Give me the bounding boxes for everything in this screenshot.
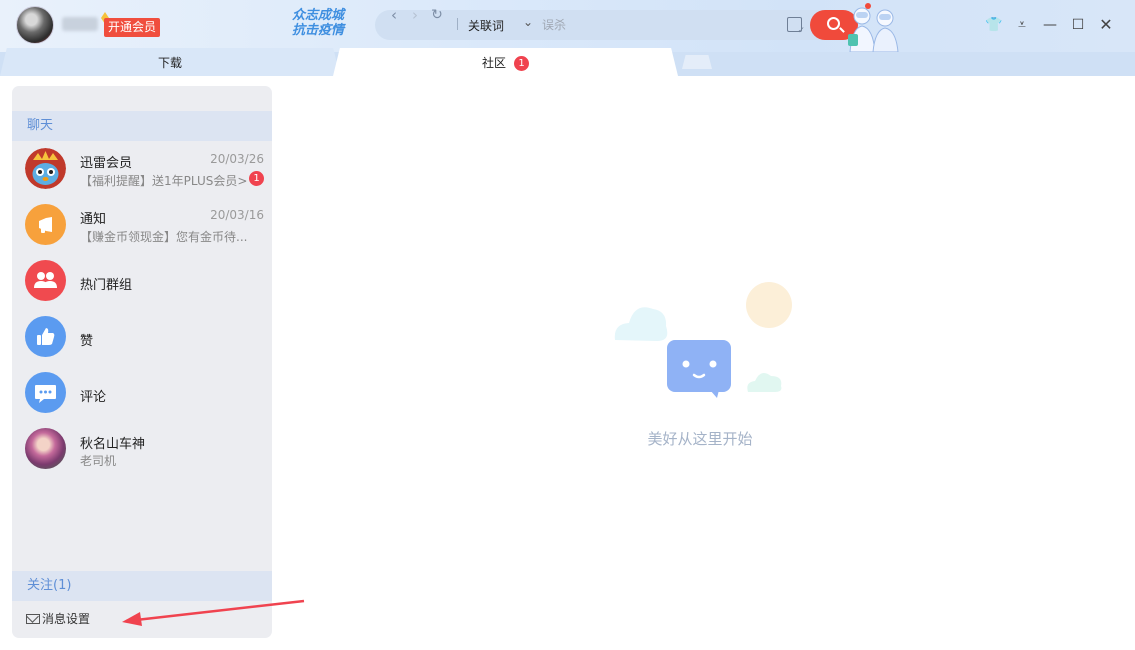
skin-icon[interactable]: 👕 bbox=[985, 16, 1003, 34]
list-item[interactable]: 评论 bbox=[12, 365, 272, 421]
menu-icon[interactable]: ⩡ bbox=[1013, 16, 1031, 34]
mail-settings-icon bbox=[26, 614, 40, 624]
likes-avatar bbox=[25, 316, 66, 357]
tab-community-badge: 1 bbox=[514, 56, 529, 71]
chat-name: 迅雷会员 bbox=[80, 152, 132, 171]
empty-state-illustration bbox=[605, 278, 805, 403]
follow-section-header[interactable]: 关注(1) bbox=[12, 571, 272, 601]
slogan-line2: 抗击疫情 bbox=[292, 23, 344, 38]
list-item[interactable]: 热门群组 bbox=[12, 253, 272, 309]
message-settings-label: 消息设置 bbox=[42, 612, 90, 626]
chat-preview: 老司机 bbox=[80, 452, 252, 469]
new-tab-button[interactable] bbox=[682, 55, 712, 69]
tab-community[interactable]: 社区 1 bbox=[333, 48, 678, 76]
minimize-icon[interactable]: — bbox=[1041, 16, 1059, 34]
medical-staff-illustration bbox=[840, 2, 910, 52]
tab-download[interactable]: 下载 bbox=[0, 48, 340, 76]
empty-state-text: 美好从这里开始 bbox=[620, 428, 780, 449]
chat-date: 20/03/26 bbox=[210, 152, 264, 166]
title-bar: 开通会员 众志成城 抗击疫情 ‹ › ↻ 关联词 ⌄ 👕 ⩡ — ☐ ✕ bbox=[0, 0, 1135, 52]
chat-name: 赞 bbox=[80, 330, 93, 349]
slogan-line1: 众志成城 bbox=[292, 8, 344, 23]
close-icon[interactable]: ✕ bbox=[1097, 16, 1115, 34]
chevron-down-icon[interactable]: ⌄ bbox=[523, 14, 535, 30]
chat-name: 秋名山车神 bbox=[80, 433, 145, 452]
list-item[interactable]: 赞 bbox=[12, 309, 272, 365]
hot-groups-avatar bbox=[25, 260, 66, 301]
group-icon bbox=[25, 260, 66, 301]
chat-name: 通知 bbox=[80, 208, 106, 227]
message-settings-button[interactable]: 消息设置 bbox=[26, 610, 90, 627]
slogan: 众志成城 抗击疫情 bbox=[292, 8, 344, 38]
tab-download-label: 下载 bbox=[158, 56, 182, 70]
annotation-arrow bbox=[118, 598, 308, 628]
list-item[interactable]: 迅雷会员 20/03/26 【福利提醒】送1年PLUS会员> 1 bbox=[12, 141, 272, 197]
maximize-icon[interactable]: ☐ bbox=[1069, 16, 1087, 34]
comment-icon bbox=[25, 372, 66, 413]
unread-badge: 1 bbox=[249, 171, 264, 186]
notice-avatar bbox=[25, 204, 66, 245]
username-blurred[interactable] bbox=[62, 17, 98, 31]
forward-icon[interactable]: › bbox=[407, 6, 423, 24]
thumbs-up-icon bbox=[25, 316, 66, 357]
open-vip-button[interactable]: 开通会员 bbox=[104, 18, 160, 37]
thunder-vip-avatar bbox=[25, 148, 66, 189]
chat-preview: 【赚金币领现金】您有金币待... bbox=[80, 228, 252, 245]
user-avatar bbox=[25, 428, 66, 469]
search-keyword-label[interactable]: 关联词 bbox=[468, 17, 504, 34]
tab-community-label: 社区 bbox=[482, 56, 506, 70]
list-item[interactable]: 秋名山车神 老司机 bbox=[12, 421, 272, 477]
back-icon[interactable]: ‹ bbox=[386, 6, 402, 24]
chat-name: 评论 bbox=[80, 386, 106, 405]
message-sidebar: 聊天 迅雷会员 20/03/26 【福利提醒】送1年PLUS会员> 1 通知 2… bbox=[12, 86, 272, 638]
search-input[interactable] bbox=[542, 16, 772, 34]
chat-name: 热门群组 bbox=[80, 274, 132, 293]
refresh-icon[interactable]: ↻ bbox=[429, 6, 445, 24]
chat-date: 20/03/16 bbox=[210, 208, 264, 222]
divider bbox=[457, 18, 458, 30]
bookmark-icon[interactable] bbox=[787, 17, 802, 32]
chat-section-header: 聊天 bbox=[12, 111, 272, 141]
chat-preview: 【福利提醒】送1年PLUS会员> bbox=[80, 172, 248, 189]
megaphone-icon bbox=[25, 204, 66, 245]
user-avatar[interactable] bbox=[16, 6, 54, 44]
list-item[interactable]: 通知 20/03/16 【赚金币领现金】您有金币待... bbox=[12, 197, 272, 253]
comments-avatar bbox=[25, 372, 66, 413]
